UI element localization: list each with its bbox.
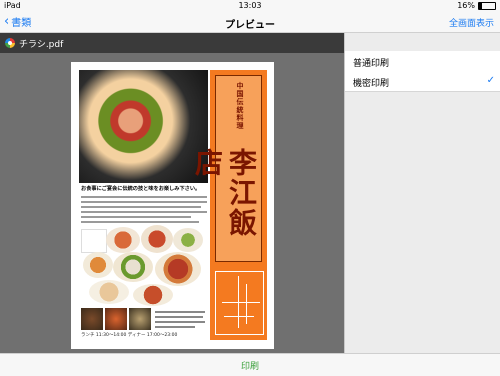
banner-frame: 中国伝統料理 李江飯店	[191, 75, 262, 262]
checkmark-icon: ✓	[486, 75, 495, 86]
option-secure-print[interactable]: 機密印刷 ✓	[345, 71, 500, 92]
status-bar: iPad 13:03 16%	[0, 0, 500, 12]
option-label: 機密印刷	[353, 79, 390, 89]
status-time: 13:03	[238, 1, 262, 10]
file-header: チラシ.pdf	[0, 33, 344, 53]
page-title: プレビュー	[225, 20, 275, 31]
flyer-page[interactable]: 中国伝統料理 李江飯店 お食事にご宴会に伝統の技と味をお楽しみ下さい。 ランチ …	[71, 62, 274, 349]
document-preview[interactable]: チラシ.pdf 中国伝統料理 李江飯店 お食事にご宴会に伝統の技と味をお楽しみ下…	[0, 33, 344, 353]
dish-photo	[105, 308, 127, 330]
print-button[interactable]: 印刷	[0, 359, 500, 372]
option-normal-print[interactable]: 普通印刷	[345, 51, 500, 72]
dish-photo	[173, 228, 203, 252]
text-line	[81, 221, 199, 223]
catch-copy: お食事にご宴会に伝統の技と味をお楽しみ下さい。	[81, 186, 201, 192]
dish-photo	[83, 252, 113, 278]
text-line	[81, 196, 207, 198]
text-line	[81, 211, 207, 213]
dish-photo	[89, 280, 129, 304]
text-line	[81, 206, 201, 208]
shop-banner: 中国伝統料理 李江飯店	[191, 70, 267, 340]
dish-photo	[81, 229, 107, 253]
shop-type-text: 中国伝統料理	[236, 82, 244, 130]
navigation-bar: ‹ 書類 プレビュー 全画面表示	[0, 12, 500, 33]
battery-percent: 16%	[457, 1, 475, 10]
shop-name-text: 李江飯店	[191, 148, 258, 238]
print-options-panel: 普通印刷 機密印刷 ✓	[344, 33, 500, 353]
dish-photo	[113, 252, 153, 282]
dish-photo	[106, 227, 140, 253]
text-line	[155, 326, 195, 328]
bottom-toolbar: 印刷	[0, 353, 500, 376]
dish-photo	[133, 284, 173, 306]
business-hours: ランチ 11:30～14:00 ディナー 17:00～23:00	[81, 333, 178, 338]
battery-icon	[478, 1, 496, 10]
dish-photo	[155, 252, 201, 286]
dish-photo	[141, 225, 173, 253]
text-line	[81, 201, 207, 203]
dish-photo	[81, 308, 103, 330]
text-line	[155, 316, 203, 318]
text-line	[155, 321, 205, 323]
fullscreen-button[interactable]: 全画面表示	[449, 16, 494, 29]
text-line	[155, 311, 205, 313]
pdf-app-icon	[5, 38, 15, 48]
file-name: チラシ.pdf	[19, 40, 64, 50]
text-line	[81, 216, 191, 218]
dish-photo	[129, 308, 151, 330]
map-graphic	[215, 271, 264, 335]
battery-indicator: 16%	[457, 1, 496, 10]
food-photo	[79, 70, 208, 183]
option-label: 普通印刷	[353, 59, 390, 69]
